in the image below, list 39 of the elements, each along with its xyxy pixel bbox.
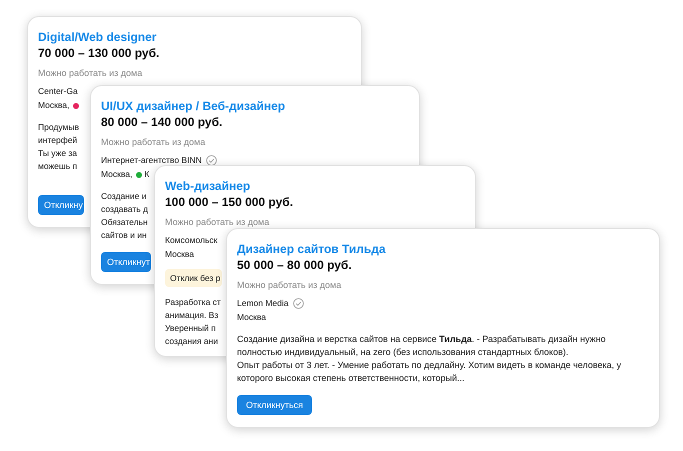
company-name[interactable]: Интернет-агентство BINN: [101, 154, 202, 167]
company-name[interactable]: Комсомольск: [165, 234, 218, 247]
remote-work-note: Можно работать из дома: [101, 136, 206, 149]
remote-work-note: Можно работать из дома: [38, 67, 142, 80]
vacancy-description: интерфей: [38, 134, 78, 147]
vacancy-title[interactable]: Digital/Web designer: [38, 29, 156, 45]
vacancy-description: можешь п: [38, 160, 78, 173]
vacancy-description: Создание дизайна и верстка сайтов на сервисе Тильда. - Разрабатывать дизайн нужно полностью индивидуальный, на zero (без использования стандартных блоков).: [237, 333, 607, 359]
salary: 80 000 – 140 000 руб.: [101, 114, 222, 130]
vacancy-description: Разработка ст: [165, 296, 221, 309]
vacancy-description: Опыт работы от 3 лет. - Умение работать по дедлайну. Хотим видеть в команде человека, у которого высокая степень ответственности, который...: [237, 359, 622, 385]
vacancy-description: анимация. Вз: [165, 309, 218, 322]
vacancy-description: создания ани: [165, 335, 218, 348]
city: Москва: [165, 248, 194, 261]
metro-station: К: [144, 168, 150, 181]
vacancy-description: сайтов и ин: [101, 229, 147, 242]
city: Москва,: [38, 99, 70, 112]
city: Москва: [237, 311, 266, 324]
vacancy-title[interactable]: Дизайнер сайтов Тильда: [237, 241, 386, 257]
salary: 100 000 – 150 000 руб.: [165, 194, 294, 210]
salary: 70 000 – 130 000 руб.: [38, 45, 160, 61]
company-name[interactable]: Lemon Media: [237, 297, 289, 310]
city: Москва,: [101, 168, 132, 181]
response-badge: Отклик без р: [165, 269, 222, 287]
vacancy-title[interactable]: Web-дизайнер: [165, 178, 250, 194]
vacancy-description: создавать д: [101, 203, 148, 216]
remote-work-note: Можно работать из дома: [165, 216, 270, 229]
vacancy-description: Ты уже за: [38, 147, 78, 160]
vacancy-title[interactable]: UI/UX дизайнер / Веб-дизайнер: [101, 98, 286, 114]
respond-button[interactable]: Откликну: [38, 195, 84, 215]
vacancy-description: Создание и: [101, 190, 146, 203]
salary: 50 000 – 80 000 руб.: [237, 257, 352, 273]
remote-work-note: Можно работать из дома: [237, 279, 342, 292]
vacancy-description: Обязательн: [101, 216, 148, 229]
respond-button[interactable]: Откликнуться: [237, 395, 312, 415]
vacancy-description: Уверенный п: [165, 322, 216, 335]
vacancy-description: Продумыв: [38, 121, 79, 134]
respond-button[interactable]: Откликнут: [101, 252, 151, 272]
company-name[interactable]: Center-Ga: [38, 85, 78, 98]
